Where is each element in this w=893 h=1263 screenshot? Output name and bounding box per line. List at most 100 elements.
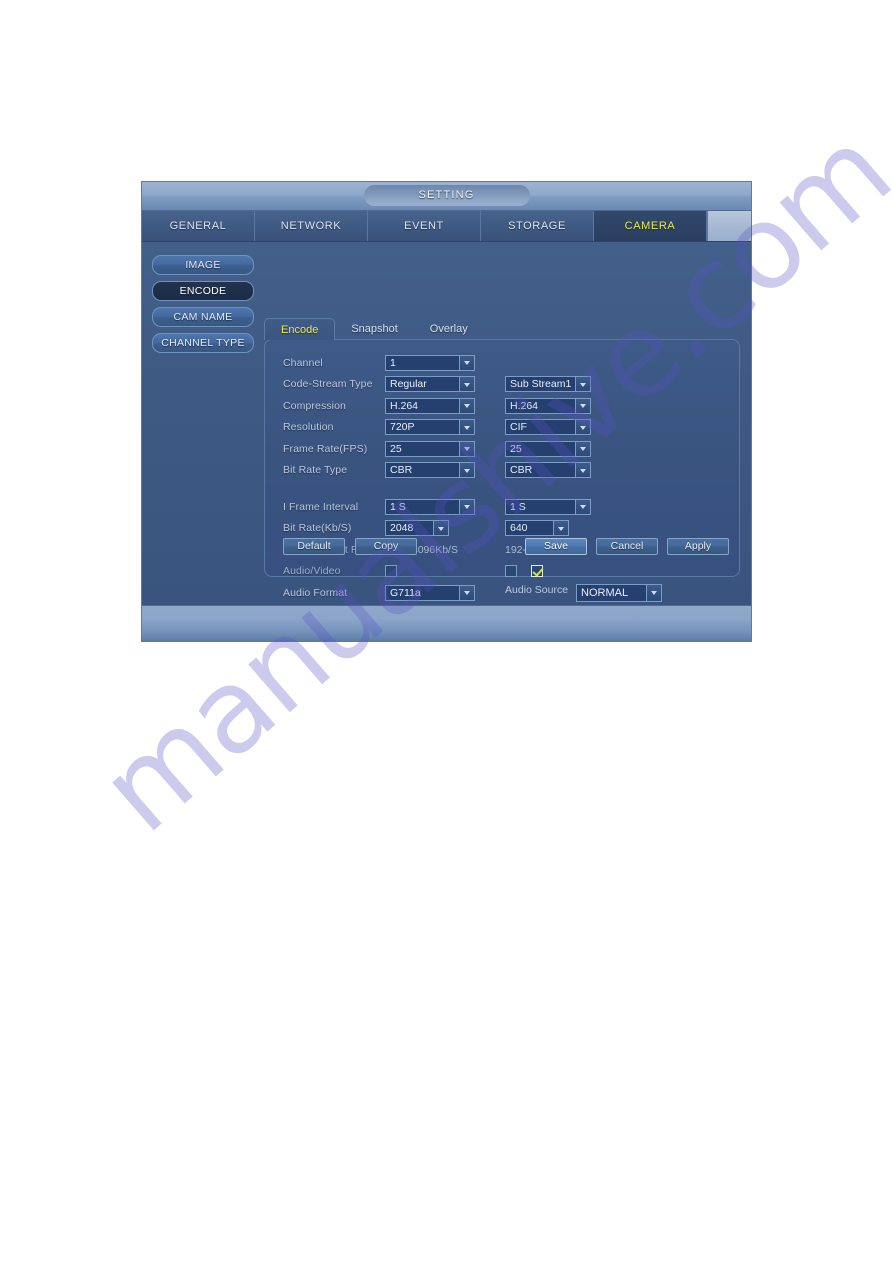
sub-tabbar: Encode Snapshot Overlay	[264, 318, 484, 340]
resolution-sub-value: CIF	[510, 421, 527, 434]
window-body: IMAGE ENCODE CAM NAME CHANNEL TYPE Encod…	[142, 242, 751, 605]
frame-rate-main-dropdown[interactable]: 25	[385, 440, 475, 457]
cancel-button[interactable]: Cancel	[596, 538, 658, 555]
bit-rate-sub-dropdown[interactable]: 640	[505, 520, 569, 537]
chevron-down-icon[interactable]	[459, 398, 474, 413]
chevron-down-icon[interactable]	[459, 585, 474, 600]
code-stream-type-main-dropdown[interactable]: Regular	[385, 376, 475, 393]
bit-rate-main-dropdown[interactable]: 2048	[385, 520, 449, 537]
label-audio-format: Audio Format	[283, 586, 348, 599]
label-frame-rate: Frame Rate(FPS)	[283, 442, 368, 455]
tab-overlay[interactable]: Overlay	[414, 318, 484, 340]
row-audio-video: Audio/Video	[283, 561, 662, 583]
label-bit-rate-type: Bit Rate Type	[283, 464, 348, 477]
code-stream-type-sub-value: Sub Stream1	[510, 378, 572, 391]
chevron-down-icon[interactable]	[575, 441, 590, 456]
form-spacer	[283, 481, 662, 496]
bit-rate-type-sub-value: CBR	[510, 464, 533, 477]
sidebar-item-cam-name[interactable]: CAM NAME	[152, 307, 254, 327]
tab-encode[interactable]: Encode	[264, 318, 336, 340]
code-stream-type-main-value: Regular	[390, 378, 427, 391]
window-title: SETTING	[363, 185, 530, 206]
label-compression: Compression	[283, 399, 346, 412]
row-compression: Compression H.264 H.264	[283, 395, 662, 417]
chevron-down-icon[interactable]	[575, 377, 590, 392]
resolution-main-dropdown[interactable]: 720P	[385, 419, 475, 436]
label-i-frame-interval: I Frame Interval	[283, 500, 359, 513]
label-channel: Channel	[283, 356, 323, 369]
save-button[interactable]: Save	[525, 538, 587, 555]
channel-dropdown[interactable]: 1	[385, 354, 475, 371]
compression-main-dropdown[interactable]: H.264	[385, 397, 475, 414]
compression-sub-value: H.264	[510, 399, 539, 412]
default-button[interactable]: Default	[283, 538, 345, 555]
sidebar-item-channel-type[interactable]: CHANNEL TYPE	[152, 333, 254, 353]
audio-video-main-checkbox[interactable]	[385, 565, 397, 578]
i-frame-interval-main-dropdown[interactable]: 1 S	[385, 498, 475, 515]
window-titlebar: SETTING	[142, 182, 751, 211]
row-frame-rate: Frame Rate(FPS) 25 25	[283, 438, 662, 460]
audio-video-sub-audio-checkbox[interactable]	[531, 565, 543, 578]
frame-rate-sub-value: 25	[510, 442, 522, 455]
resolution-sub-dropdown[interactable]: CIF	[505, 419, 591, 436]
row-i-frame-interval: I Frame Interval 1 S 1 S	[283, 496, 662, 518]
label-bit-rate: Bit Rate(Kb/S)	[283, 522, 352, 535]
tab-snapshot[interactable]: Snapshot	[335, 318, 413, 340]
label-code-stream-type: Code-Stream Type	[283, 378, 373, 391]
label-audio-source: Audio Source	[505, 583, 569, 596]
audio-video-sub-checkbox[interactable]	[505, 565, 517, 578]
row-resolution: Resolution 720P CIF	[283, 417, 662, 439]
channel-value: 1	[390, 356, 396, 369]
tabbar-filler	[707, 211, 751, 241]
encode-form: Channel 1 Code-Stream Type Regular Sub S…	[283, 352, 663, 604]
tab-camera[interactable]: CAMERA	[594, 211, 707, 241]
bit-rate-type-sub-dropdown[interactable]: CBR	[505, 462, 591, 479]
frame-rate-sub-dropdown[interactable]: 25	[505, 440, 591, 457]
sidebar-item-encode[interactable]: ENCODE	[152, 281, 254, 301]
audio-source-dropdown[interactable]: NORMAL	[576, 583, 663, 602]
window-footer	[142, 605, 751, 642]
bit-rate-type-main-value: CBR	[390, 464, 413, 477]
sidebar: IMAGE ENCODE CAM NAME CHANNEL TYPE	[152, 255, 254, 359]
frame-rate-main-value: 25	[390, 442, 402, 455]
apply-button[interactable]: Apply	[667, 538, 729, 555]
tab-network[interactable]: NETWORK	[255, 211, 368, 241]
chevron-down-icon[interactable]	[575, 420, 590, 435]
i-frame-interval-sub-value: 1 S	[510, 500, 526, 513]
label-resolution: Resolution	[283, 421, 334, 434]
chevron-down-icon[interactable]	[459, 355, 474, 370]
dvr-setting-window: SETTING GENERAL NETWORK EVENT STORAGE CA…	[142, 182, 751, 642]
chevron-down-icon[interactable]	[553, 521, 568, 536]
bit-rate-type-main-dropdown[interactable]: CBR	[385, 462, 475, 479]
row-bit-rate: Bit Rate(Kb/S) 2048 640	[283, 518, 662, 540]
audio-format-value: G711a	[390, 586, 421, 599]
tab-general[interactable]: GENERAL	[142, 211, 255, 241]
encode-settings-card: Channel 1 Code-Stream Type Regular Sub S…	[264, 339, 740, 602]
sidebar-item-image[interactable]: IMAGE	[152, 255, 254, 275]
card-button-row: Default Copy Save Cancel Apply	[265, 538, 739, 558]
i-frame-interval-main-value: 1 S	[390, 500, 406, 513]
tab-event[interactable]: EVENT	[368, 211, 481, 241]
row-channel: Channel 1	[283, 352, 662, 374]
chevron-down-icon[interactable]	[575, 499, 590, 514]
chevron-down-icon[interactable]	[646, 584, 662, 601]
code-stream-type-sub-dropdown[interactable]: Sub Stream1	[505, 376, 591, 393]
chevron-down-icon[interactable]	[459, 377, 474, 392]
row-audio-format: Audio Format G711a Audio Source NORMAL	[283, 582, 663, 604]
tab-storage[interactable]: STORAGE	[481, 211, 594, 241]
chevron-down-icon[interactable]	[575, 398, 590, 413]
chevron-down-icon[interactable]	[459, 463, 474, 478]
i-frame-interval-sub-dropdown[interactable]: 1 S	[505, 498, 591, 515]
audio-source-value: NORMAL	[581, 586, 629, 599]
resolution-main-value: 720P	[390, 421, 415, 434]
chevron-down-icon[interactable]	[459, 441, 474, 456]
copy-button[interactable]: Copy	[355, 538, 417, 555]
main-tabbar: GENERAL NETWORK EVENT STORAGE CAMERA	[142, 211, 751, 242]
compression-sub-dropdown[interactable]: H.264	[505, 397, 591, 414]
chevron-down-icon[interactable]	[459, 420, 474, 435]
chevron-down-icon[interactable]	[459, 499, 474, 514]
chevron-down-icon[interactable]	[575, 463, 590, 478]
compression-main-value: H.264	[390, 399, 419, 412]
audio-format-dropdown[interactable]: G711a	[385, 584, 475, 601]
chevron-down-icon[interactable]	[433, 521, 448, 536]
